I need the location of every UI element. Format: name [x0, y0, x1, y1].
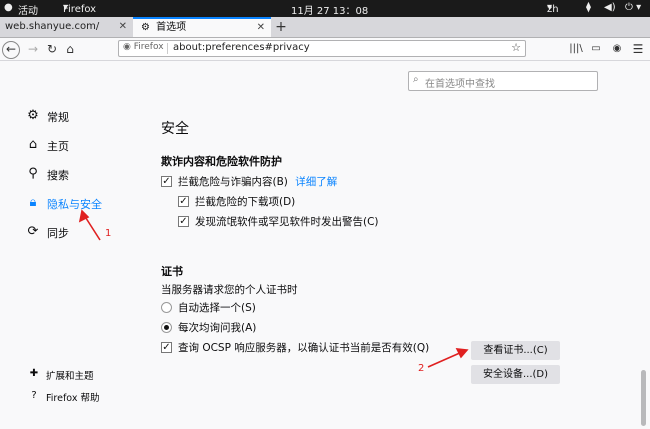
- annotation-layer: 1 2: [78, 209, 469, 374]
- annotation-number-1: 1: [105, 228, 111, 239]
- annotation-arrow-1: [83, 214, 101, 241]
- annotation-arrow-2: [427, 351, 463, 368]
- annotation-arrowhead-2: [455, 348, 469, 359]
- annotation-number-2: 2: [418, 363, 424, 374]
